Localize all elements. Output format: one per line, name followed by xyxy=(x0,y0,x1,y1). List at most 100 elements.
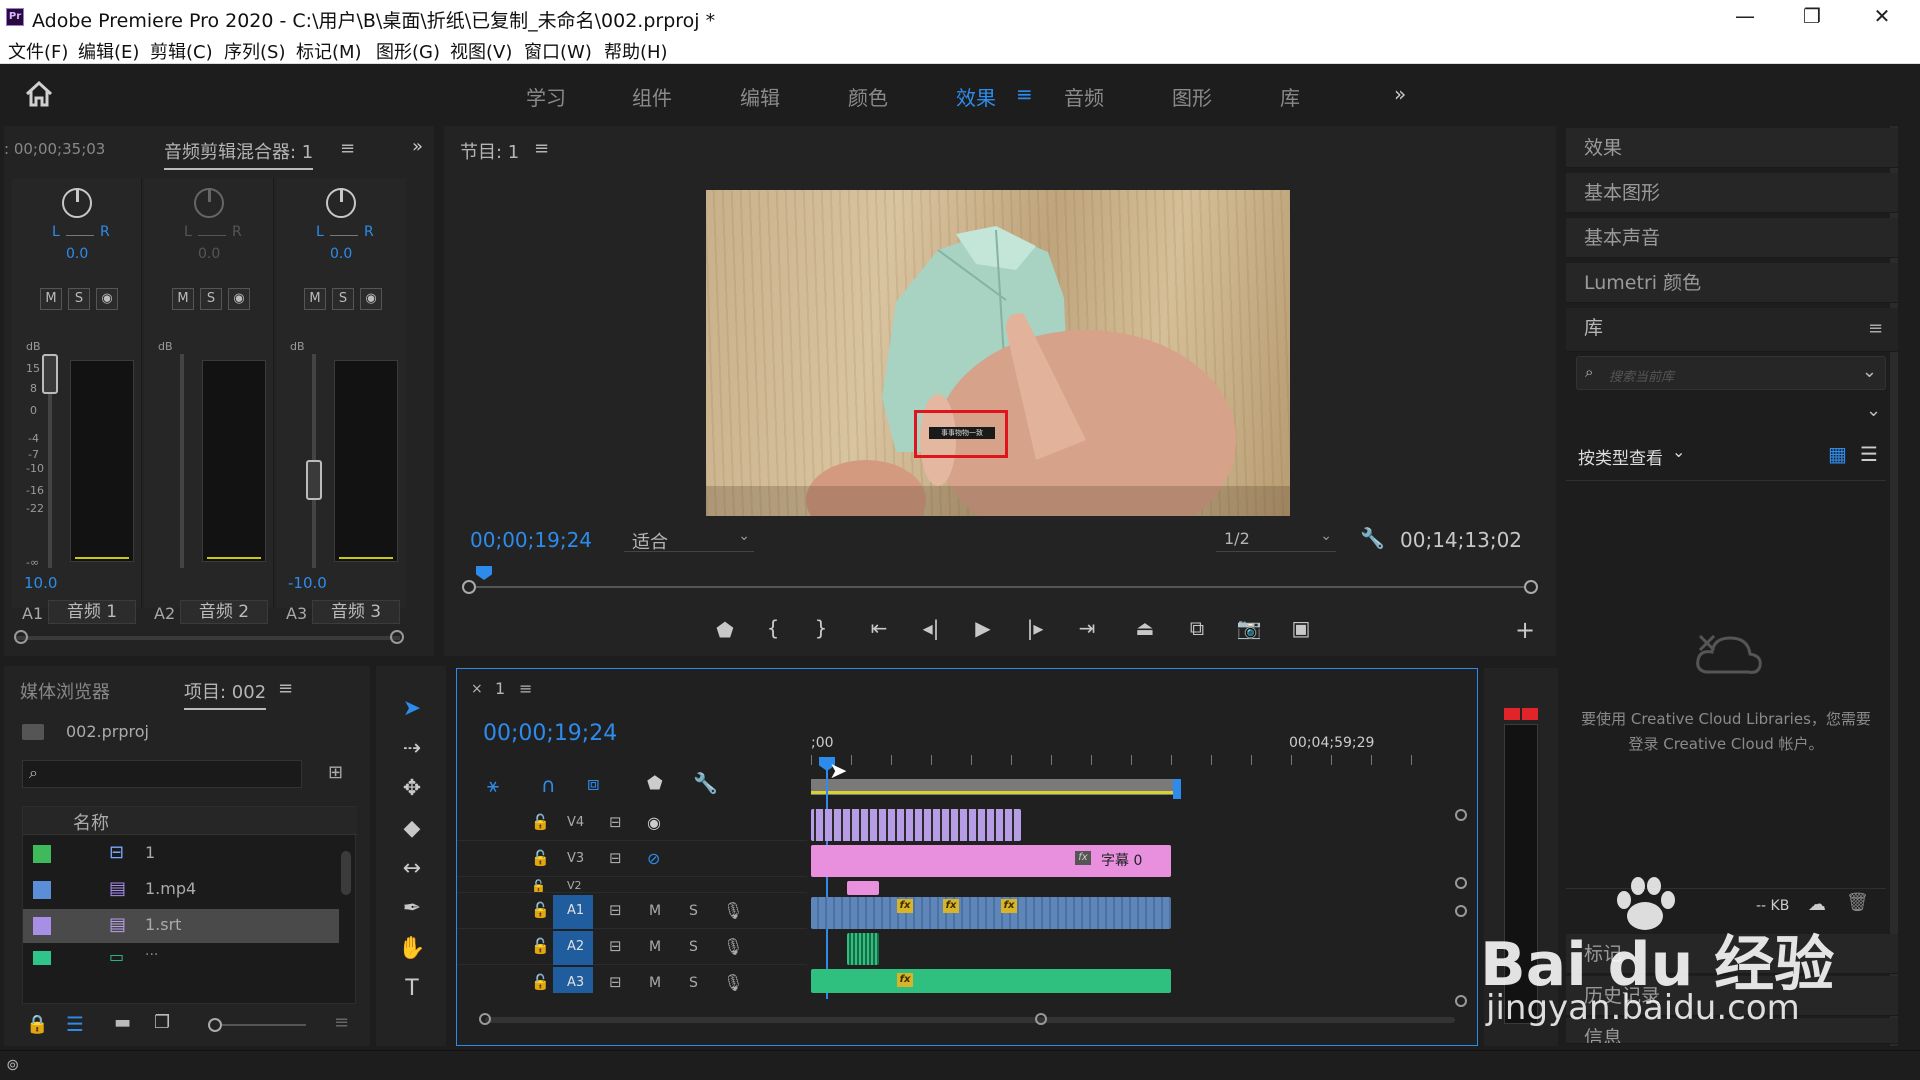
menu-view[interactable]: 视图(V) xyxy=(450,38,512,64)
solo-track-button[interactable]: S xyxy=(689,939,698,955)
microphone-icon[interactable]: 🎙 xyxy=(723,937,743,956)
solo-button[interactable]: S xyxy=(68,288,90,310)
list-item[interactable]: ⊟ 1 xyxy=(23,837,339,871)
timeline-settings-wrench-icon[interactable]: 🔧 xyxy=(693,771,718,795)
lock-icon[interactable]: 🔓 xyxy=(531,901,550,919)
wrench-icon[interactable]: 🔧 xyxy=(1360,526,1385,550)
workspace-tab-color[interactable]: 颜色 xyxy=(848,82,888,111)
extract-icon[interactable]: ⧉ xyxy=(1182,616,1212,640)
mixer-more-icon[interactable]: » xyxy=(412,136,423,157)
audio-clip-a1[interactable]: fx fx fx xyxy=(811,897,1171,929)
microphone-icon[interactable]: 🎙 xyxy=(723,973,743,992)
list-view-icon[interactable]: ☰ xyxy=(66,1012,84,1036)
close-icon[interactable]: × xyxy=(471,681,483,697)
timeline-menu-icon[interactable]: ≡ xyxy=(519,679,532,698)
tab-audio-clip-mixer[interactable]: 音频剪辑混合器: 1 xyxy=(164,138,314,170)
eye-icon[interactable]: ◉ xyxy=(647,813,661,832)
microphone-icon[interactable]: 🎙 xyxy=(723,901,743,920)
channel-name-a2[interactable]: 音频 2 xyxy=(180,600,268,624)
channel-name-a1[interactable]: 音频 1 xyxy=(48,600,136,624)
lift-icon[interactable]: ⏏ xyxy=(1130,616,1160,640)
panel-essential-graphics[interactable]: 基本图形 xyxy=(1566,173,1898,213)
panel-info[interactable]: 信息 xyxy=(1566,1018,1898,1044)
workspace-tab-graphics[interactable]: 图形 xyxy=(1172,82,1212,111)
video-clip-v2[interactable] xyxy=(847,881,879,895)
column-name-header[interactable]: 名称 xyxy=(73,809,109,835)
sync-lock-icon[interactable]: ⊟ xyxy=(609,973,622,991)
mute-button[interactable]: M xyxy=(304,288,326,310)
program-menu-icon[interactable]: ≡ xyxy=(534,138,549,159)
fit-dropdown[interactable]: 适合 ⌄ xyxy=(624,526,754,553)
slip-tool-icon[interactable]: ↔ xyxy=(392,856,432,881)
library-search-input[interactable]: ⌕ 搜索当前库 ⌄ xyxy=(1576,356,1886,390)
lock-icon[interactable]: 🔓 xyxy=(531,937,550,955)
clip-indicator-right[interactable] xyxy=(1522,708,1538,720)
project-menu-icon[interactable]: ≡ xyxy=(278,678,293,699)
menu-clip[interactable]: 剪辑(C) xyxy=(150,38,213,64)
scroll-handle-left[interactable] xyxy=(14,630,28,644)
track-height-handle[interactable] xyxy=(1455,809,1467,821)
freeform-view-icon[interactable]: ❐ xyxy=(154,1012,170,1033)
time-ruler[interactable] xyxy=(811,755,1441,765)
lock-icon[interactable]: 🔓 xyxy=(531,813,550,831)
scroll-start-handle[interactable] xyxy=(479,1013,491,1025)
new-bin-search-icon[interactable]: ⊞ xyxy=(328,762,343,783)
panel-markers[interactable]: 标记 xyxy=(1566,934,1898,974)
audio-clip-a2[interactable] xyxy=(847,933,879,965)
mark-out-icon[interactable]: } xyxy=(806,616,836,640)
add-marker-icon[interactable]: ⬟ xyxy=(710,618,740,642)
eye-hidden-icon[interactable]: ⊘ xyxy=(647,849,660,868)
scroll-end-handle[interactable] xyxy=(1035,1013,1047,1025)
razor-tool-icon[interactable]: ◆ xyxy=(392,816,432,841)
button-editor-plus-icon[interactable]: + xyxy=(1510,616,1540,644)
sync-lock-icon[interactable]: ⊟ xyxy=(609,901,622,919)
mixer-scrollbar[interactable] xyxy=(16,636,400,640)
menu-file[interactable]: 文件(F) xyxy=(8,38,68,64)
work-area-end-handle[interactable] xyxy=(1173,779,1181,799)
workspace-tab-learn[interactable]: 学习 xyxy=(526,82,566,111)
hand-tool-icon[interactable]: ✋ xyxy=(392,936,432,961)
cloud-sync-icon[interactable]: ☁ xyxy=(1808,894,1826,915)
list-item-selected[interactable]: ▤ 1.srt xyxy=(23,909,339,943)
chevron-down-icon[interactable]: ⌄ xyxy=(1866,400,1881,421)
solo-track-button[interactable]: S xyxy=(689,975,698,991)
maximize-button[interactable]: ❐ xyxy=(1782,0,1842,34)
timeline-timecode[interactable]: 00;00;19;24 xyxy=(483,721,617,746)
mute-track-button[interactable]: M xyxy=(649,903,661,919)
sync-lock-icon[interactable]: ⊟ xyxy=(609,937,622,955)
export-frame-camera-icon[interactable]: 📷 xyxy=(1234,616,1264,640)
track-height-handle[interactable] xyxy=(1455,905,1467,917)
mute-track-button[interactable]: M xyxy=(649,939,661,955)
solo-button[interactable]: S xyxy=(200,288,222,310)
record-button[interactable]: ◉ xyxy=(360,288,382,310)
zoom-slider-track[interactable] xyxy=(222,1024,306,1026)
panel-effects[interactable]: 效果 xyxy=(1566,128,1898,168)
tab-program[interactable]: 节目: 1 xyxy=(460,138,519,164)
menu-help[interactable]: 帮助(H) xyxy=(604,38,668,64)
menu-graphics[interactable]: 图形(G) xyxy=(376,38,440,64)
resolution-dropdown[interactable]: 1/2 ⌄ xyxy=(1216,526,1336,552)
add-marker-icon[interactable]: ⬟ xyxy=(647,773,663,794)
channel-name-a3[interactable]: 音频 3 xyxy=(312,600,400,624)
mixer-menu-icon[interactable]: ≡ xyxy=(340,138,355,159)
pan-knob[interactable] xyxy=(326,188,356,218)
trash-icon[interactable]: 🗑 xyxy=(1846,892,1869,913)
libraries-menu-icon[interactable]: ≡ xyxy=(1868,318,1883,339)
list-view-icon[interactable]: ☰ xyxy=(1860,442,1878,466)
mute-track-button[interactable]: M xyxy=(649,975,661,991)
panel-history[interactable]: 历史记录 xyxy=(1566,976,1898,1016)
solo-button[interactable]: S xyxy=(332,288,354,310)
subtitle-clip[interactable]: fx 字幕 0 xyxy=(811,845,1171,877)
program-timecode[interactable]: 00;00;19;24 xyxy=(470,528,592,552)
lock-icon[interactable]: 🔓 xyxy=(531,849,550,867)
mute-button[interactable]: M xyxy=(40,288,62,310)
tab-media-browser[interactable]: 媒体浏览器 xyxy=(20,678,110,704)
workspace-more-icon[interactable]: » xyxy=(1394,82,1406,106)
step-back-icon[interactable]: ◂| xyxy=(916,616,946,640)
track-select-tool-icon[interactable]: ⇢ xyxy=(392,736,432,761)
sync-lock-icon[interactable]: ⊟ xyxy=(609,849,622,867)
close-button[interactable]: ✕ xyxy=(1852,0,1912,34)
snap-magnet-icon[interactable]: ∩ xyxy=(541,773,556,797)
program-scrubber[interactable] xyxy=(468,586,1534,588)
workspace-tab-libraries[interactable]: 库 xyxy=(1280,82,1300,111)
